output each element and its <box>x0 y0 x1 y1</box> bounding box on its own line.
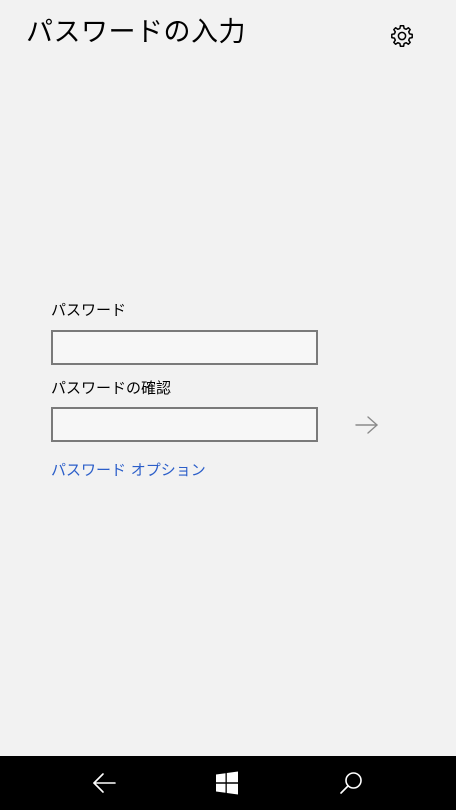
confirm-password-field[interactable] <box>51 407 318 442</box>
home-button[interactable] <box>212 769 242 797</box>
confirm-password-label: パスワードの確認 <box>51 379 172 397</box>
back-arrow-icon <box>93 773 116 793</box>
password-entry-screen: パスワードの入力 パスワード パスワードの確認 パスワード オプション <box>0 0 456 810</box>
navigation-bar <box>0 756 456 810</box>
page-title: パスワードの入力 <box>26 17 246 48</box>
gear-icon <box>391 25 413 47</box>
search-button[interactable] <box>336 769 366 797</box>
settings-button[interactable] <box>386 20 418 52</box>
password-options-link[interactable]: パスワード オプション <box>51 460 206 480</box>
password-field[interactable] <box>51 330 318 365</box>
password-label: パスワード <box>51 301 127 319</box>
arrow-right-icon <box>355 416 378 434</box>
search-icon <box>340 772 362 794</box>
windows-logo-icon <box>216 771 238 795</box>
submit-button[interactable] <box>353 413 381 437</box>
back-button[interactable] <box>89 769 119 797</box>
